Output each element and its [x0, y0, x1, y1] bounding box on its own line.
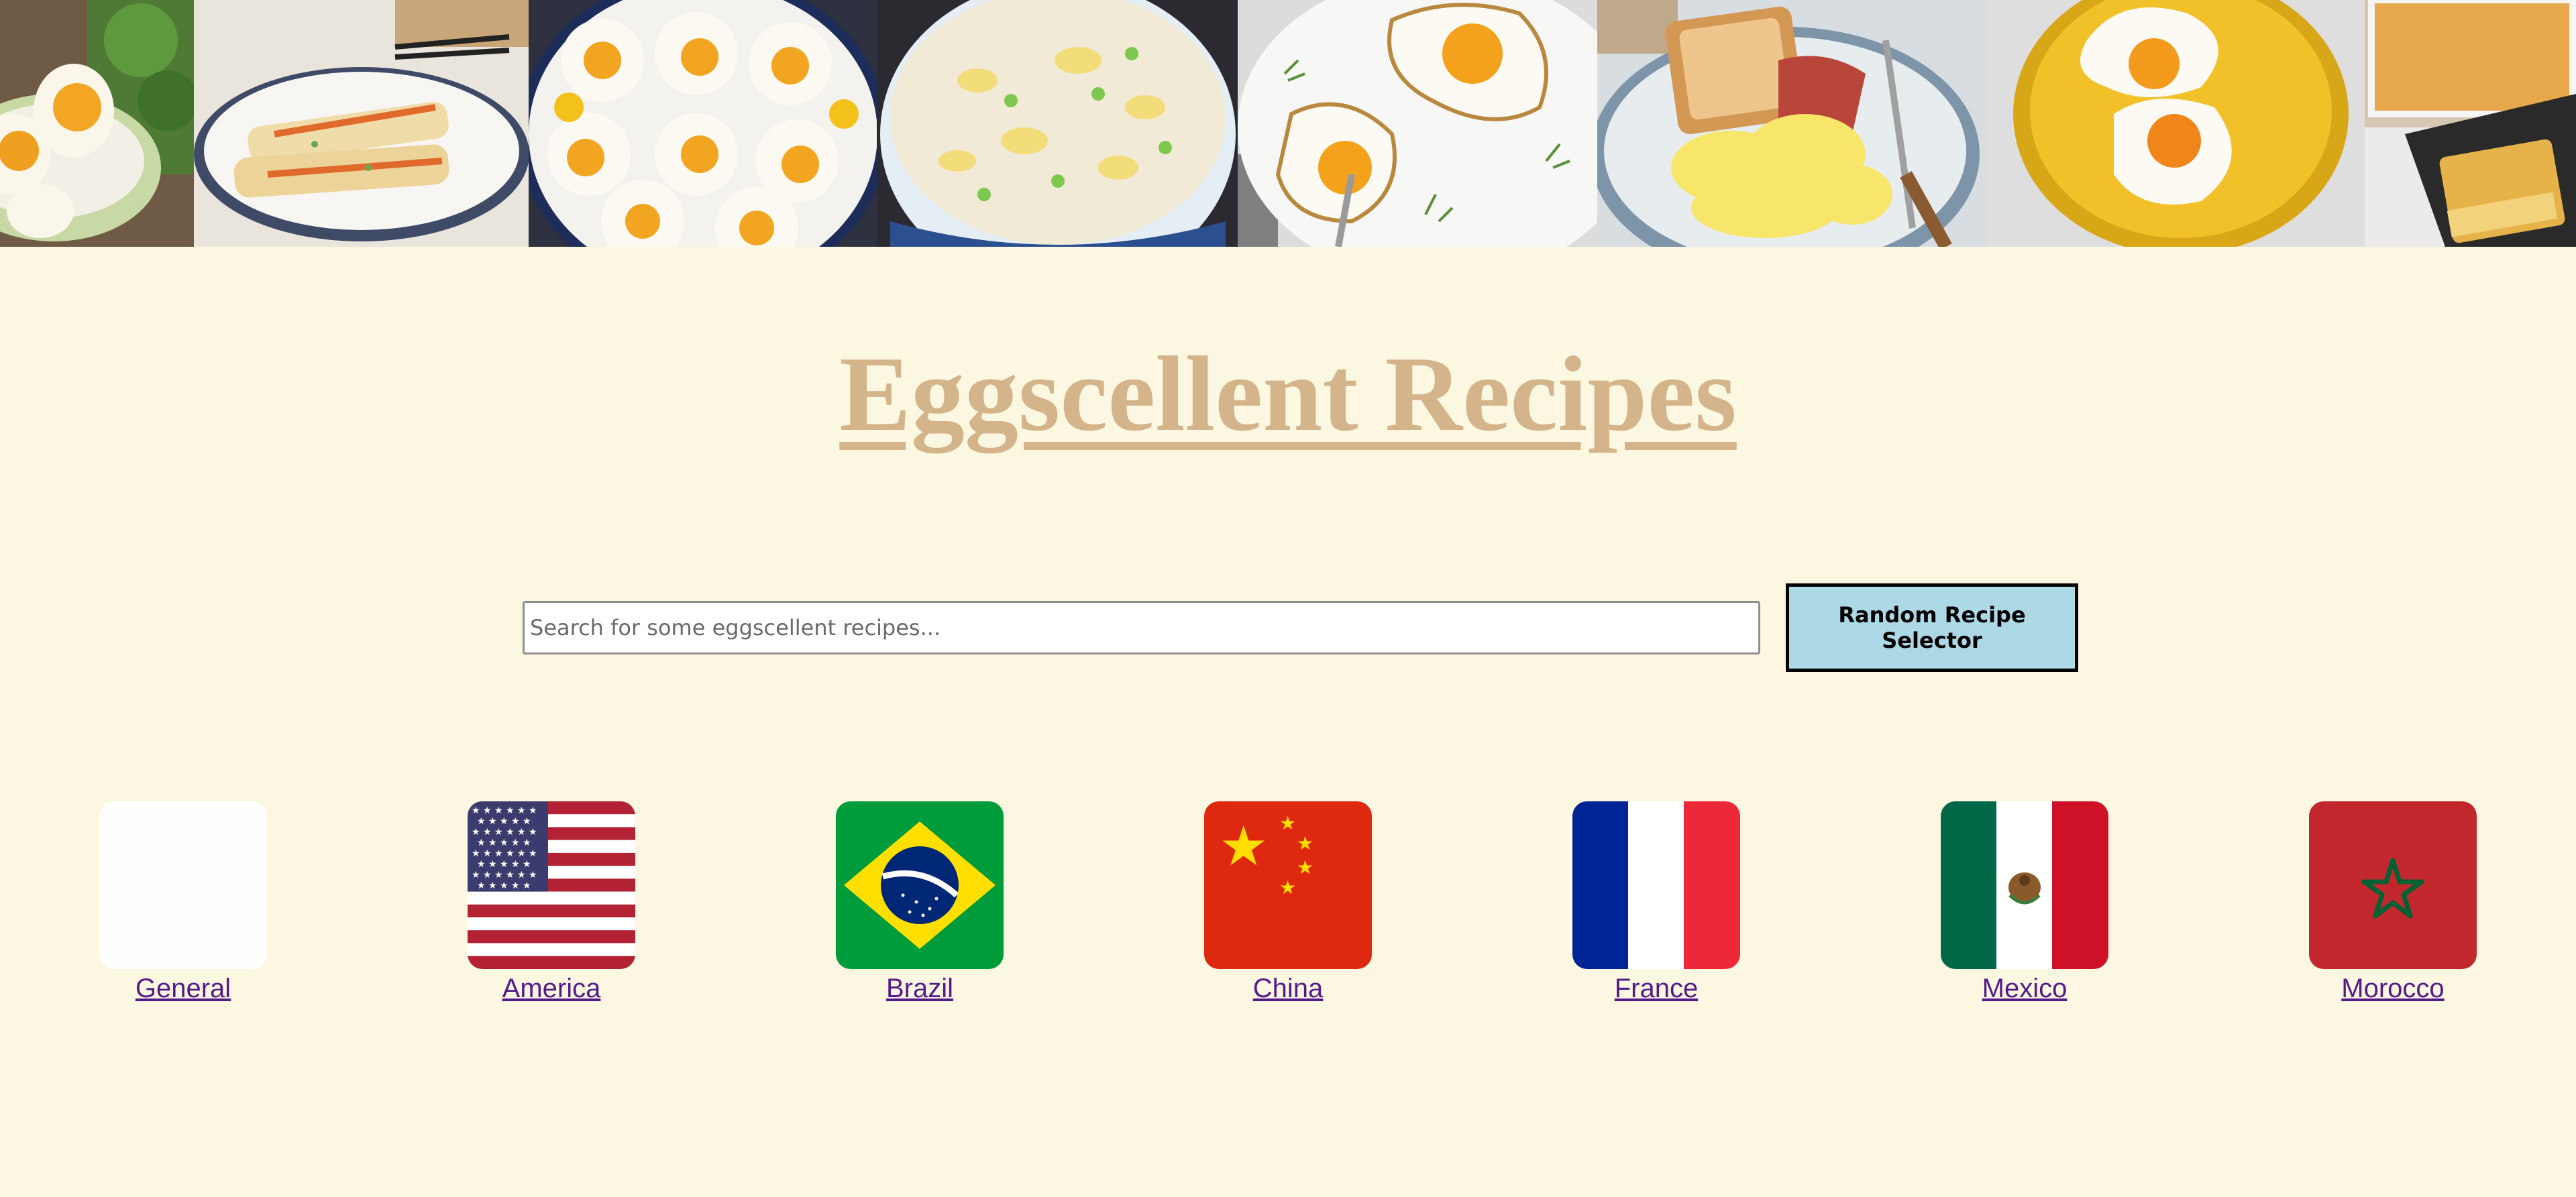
white-flag-icon[interactable]: [99, 801, 267, 969]
country-brazil[interactable]: Brazil: [836, 801, 1004, 1004]
food-photo-strip: [0, 0, 2576, 247]
country-link-mexico[interactable]: Mexico: [1982, 973, 2068, 1004]
country-morocco[interactable]: Morocco: [2309, 801, 2477, 1004]
search-input[interactable]: [523, 601, 1760, 654]
country-china[interactable]: ★ ★ ★ ★ ★ China: [1204, 801, 1372, 1004]
svg-text:★: ★: [1297, 856, 1313, 878]
usa-flag-icon[interactable]: ★ ★ ★ ★ ★ ★ ★ ★ ★ ★ ★ ★ ★ ★ ★ ★ ★ ★ ★ ★ …: [468, 801, 635, 969]
brazil-flag-icon[interactable]: [836, 801, 1004, 969]
boiled-eggs-photo: [0, 0, 194, 247]
svg-text:★ ★ ★ ★ ★: ★ ★ ★ ★ ★: [477, 816, 531, 827]
svg-text:★ ★ ★ ★ ★ ★: ★ ★ ★ ★ ★ ★: [472, 827, 537, 838]
page-title: Eggscellent Recipes: [839, 334, 1737, 453]
svg-text:★: ★: [1219, 815, 1269, 878]
country-mexico[interactable]: Mexico: [1941, 801, 2108, 1004]
country-link-brazil[interactable]: Brazil: [886, 973, 953, 1004]
random-recipe-button[interactable]: Random Recipe Selector: [1786, 583, 2078, 672]
svg-text:★ ★ ★ ★ ★: ★ ★ ★ ★ ★: [477, 880, 531, 891]
mexico-flag-icon[interactable]: [1941, 801, 2108, 969]
scrambled-eggs-toast-photo: [1597, 0, 1986, 247]
svg-text:★: ★: [1297, 832, 1313, 854]
country-link-general[interactable]: General: [136, 973, 231, 1004]
svg-text:★: ★: [1279, 876, 1296, 899]
country-link-china[interactable]: China: [1253, 973, 1324, 1004]
country-link-france[interactable]: France: [1615, 973, 1699, 1004]
egg-crepe-rolls-photo: [194, 0, 529, 247]
china-flag-icon[interactable]: ★ ★ ★ ★ ★: [1204, 801, 1372, 969]
country-general[interactable]: General: [99, 801, 267, 1004]
country-link-america[interactable]: America: [502, 973, 601, 1004]
svg-text:★: ★: [1279, 812, 1296, 834]
egg-fried-rice-photo: [877, 0, 1238, 247]
svg-text:★ ★ ★ ★ ★: ★ ★ ★ ★ ★: [477, 859, 531, 870]
egg-casserole-photo: [2365, 0, 2576, 247]
france-flag-icon[interactable]: [1572, 801, 1740, 969]
sunny-side-eggs-yellow-plate-photo: [1986, 0, 2365, 247]
country-link-morocco[interactable]: Morocco: [2341, 973, 2444, 1004]
fried-eggs-herbs-photo: [1238, 0, 1597, 247]
country-america[interactable]: ★ ★ ★ ★ ★ ★ ★ ★ ★ ★ ★ ★ ★ ★ ★ ★ ★ ★ ★ ★ …: [468, 801, 635, 1004]
country-france[interactable]: France: [1572, 801, 1740, 1004]
svg-text:★ ★ ★ ★ ★ ★: ★ ★ ★ ★ ★ ★: [472, 848, 537, 859]
svg-text:★ ★ ★ ★ ★ ★: ★ ★ ★ ★ ★ ★: [472, 870, 537, 880]
poached-eggs-plate-photo: [529, 0, 877, 247]
svg-text:★ ★ ★ ★ ★ ★: ★ ★ ★ ★ ★ ★: [472, 805, 537, 816]
morocco-flag-icon[interactable]: [2309, 801, 2477, 969]
svg-text:★ ★ ★ ★ ★: ★ ★ ★ ★ ★: [477, 838, 531, 848]
